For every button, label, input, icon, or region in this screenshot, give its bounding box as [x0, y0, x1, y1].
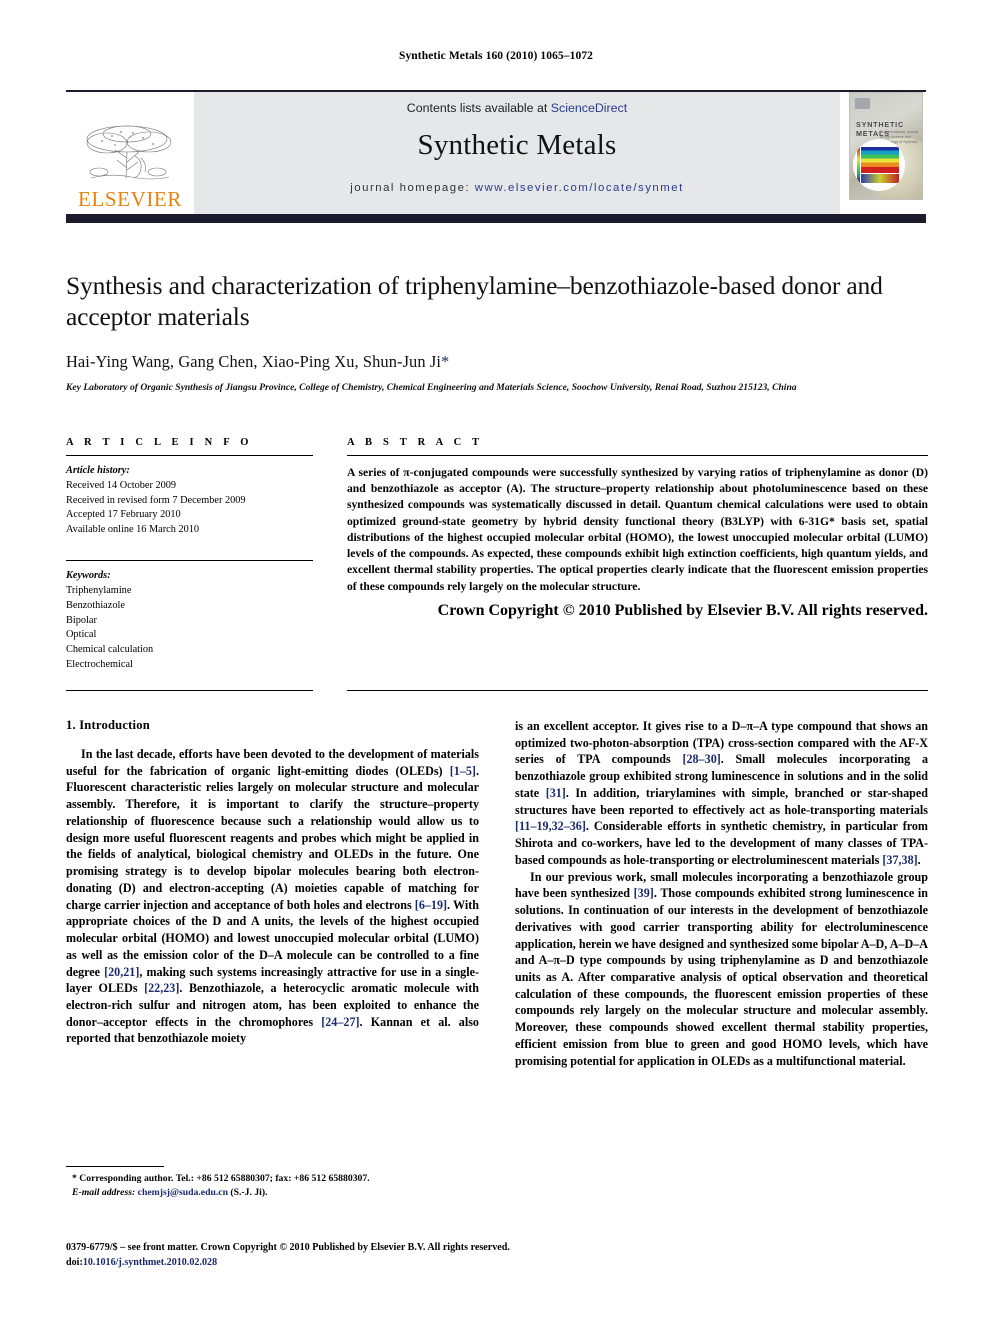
journal-homepage-line: journal homepage: www.elsevier.com/locat…: [194, 182, 840, 194]
citation-link[interactable]: [31]: [546, 786, 566, 800]
title-block: Synthesis and characterization of triphe…: [66, 270, 928, 395]
keyword-item: Chemical calculation: [66, 644, 154, 656]
abstract-copyright: Crown Copyright © 2010 Published by Else…: [437, 601, 928, 619]
front-matter-line: 0379-6779/$ – see front matter. Crown Co…: [66, 1242, 510, 1253]
keyword-item: Electrochemical: [66, 658, 133, 670]
citation-link[interactable]: [20,21]: [104, 965, 139, 979]
cover-spectrum-circle: [853, 139, 905, 191]
page-footer: 0379-6779/$ – see front matter. Crown Co…: [66, 1240, 928, 1270]
cover-spectrum-axis: [857, 147, 860, 183]
email-suffix: (S.-J. Ji).: [227, 1187, 268, 1199]
footnote-line-2: E-mail address: chemjsj@suda.edu.cn (S.-…: [66, 1186, 479, 1200]
paragraph-intro-right-1: is an excellent acceptor. It gives rise …: [515, 718, 928, 869]
homepage-link[interactable]: www.elsevier.com/locate/synmet: [475, 182, 684, 194]
keywords-block: Keywords: Triphenylamine Benzothiazole B…: [66, 552, 313, 673]
keyword-item: Optical: [66, 629, 97, 641]
doi-label: doi:: [66, 1257, 83, 1269]
citation-link[interactable]: [37,38]: [882, 853, 917, 867]
section-heading-introduction: 1. Introduction: [66, 718, 150, 732]
author-list: Hai-Ying Wang, Gang Chen, Xiao-Ping Xu, …: [66, 352, 928, 372]
body-rule-right: [347, 690, 928, 691]
contents-line: Contents lists available at ScienceDirec…: [194, 101, 840, 115]
citation-link[interactable]: [6–19]: [415, 898, 447, 912]
journal-masthead: ELSEVIER Contents lists available at Sci…: [66, 90, 926, 223]
citation-link[interactable]: [22,23]: [144, 981, 179, 995]
text-run: .: [917, 852, 921, 867]
cover-image: SYNTHETIC METALS An International Journa…: [849, 92, 923, 200]
column-gap: [313, 437, 347, 673]
cover-spectrum-plot: [861, 147, 899, 173]
text-run: In the last decade, efforts have been de…: [66, 747, 479, 778]
elsevier-wordmark: ELSEVIER: [78, 187, 182, 211]
cover-spectrum-strip: [861, 174, 899, 183]
homepage-prefix: journal homepage:: [350, 182, 475, 194]
corresponding-author-marker: *: [440, 352, 450, 372]
elsevier-tree-icon: [86, 125, 172, 180]
keyword-item: Benzothiazole: [66, 599, 125, 611]
elsevier-logo: ELSEVIER: [66, 92, 194, 214]
history-item: Accepted 17 February 2010: [66, 509, 181, 521]
text-run: . In addition, triarylamines with simple…: [515, 785, 928, 817]
corresponding-author-footnote: * Corresponding author. Tel.: +86 512 65…: [66, 1166, 479, 1200]
abstract-text: A series of π-conjugated compounds were …: [347, 466, 928, 593]
article-info-column: A R T I C L E I N F O Article history: R…: [66, 437, 313, 673]
body-column-right: is an excellent acceptor. It gives rise …: [515, 718, 928, 1069]
doi-link[interactable]: 10.1016/j.synthmet.2010.02.028: [83, 1257, 217, 1268]
doi-line: doi:10.1016/j.synthmet.2010.02.028: [66, 1255, 928, 1270]
body-columns: 1. Introduction In the last decade, effo…: [66, 718, 928, 1069]
authors-names: Hai-Ying Wang, Gang Chen, Xiao-Ping Xu, …: [66, 352, 441, 372]
citation-link[interactable]: [1–5]: [450, 764, 476, 778]
footnote-text: Corresponding author. Tel.: +86 512 6588…: [76, 1173, 370, 1184]
text-run: . Those compounds exhibited strong lumin…: [515, 886, 928, 1068]
keywords-label: Keywords:: [66, 570, 111, 582]
keyword-item: Triphenylamine: [66, 584, 132, 596]
citation-link[interactable]: [24–27]: [321, 1015, 359, 1029]
footnote-rule: [66, 1166, 164, 1167]
footnote-line-1: * Corresponding author. Tel.: +86 512 65…: [66, 1172, 479, 1186]
article-history-label: Article history:: [66, 465, 130, 476]
history-item: Received 14 October 2009: [66, 479, 177, 491]
page-title: Synthesis and characterization of triphe…: [66, 271, 883, 332]
article-info-heading: A R T I C L E I N F O: [66, 437, 253, 448]
body-rule-left: [66, 690, 313, 691]
journal-cover-thumbnail: SYNTHETIC METALS An International Journa…: [840, 92, 926, 214]
sciencedirect-link[interactable]: ScienceDirect: [551, 101, 627, 115]
body-column-left: 1. Introduction In the last decade, effo…: [66, 718, 479, 1069]
body-column-gap: [479, 718, 515, 1069]
citation-link[interactable]: [28–30]: [682, 752, 720, 766]
citation-link[interactable]: [11–19,32–36]: [515, 819, 586, 833]
paragraph-intro-left: In the last decade, efforts have been de…: [66, 746, 479, 1047]
article-page: Synthetic Metals 160 (2010) 1065–1072 EL…: [0, 0, 992, 1323]
journal-band: Contents lists available at ScienceDirec…: [194, 92, 840, 214]
journal-title: Synthetic Metals: [417, 129, 617, 161]
contents-prefix: Contents lists available at: [406, 101, 551, 115]
email-link[interactable]: chemjsj@suda.edu.cn: [138, 1187, 228, 1198]
article-history-block: Article history: Received 14 October 200…: [66, 456, 313, 538]
running-head: Synthetic Metals 160 (2010) 1065–1072: [398, 50, 594, 62]
abstract-heading: A B S T R A C T: [347, 437, 484, 448]
masthead-bottom-bar: [66, 214, 926, 223]
email-label: E-mail address:: [72, 1187, 136, 1199]
text-run: . Fluorescent characteristic relies larg…: [66, 763, 479, 912]
history-item: Available online 16 March 2010: [66, 524, 200, 536]
paragraph-intro-right-2: In our previous work, small molecules in…: [515, 869, 928, 1070]
keyword-item: Bipolar: [66, 614, 97, 626]
info-abstract-row: A R T I C L E I N F O Article history: R…: [66, 437, 928, 673]
history-item: Received in revised form 7 December 2009: [66, 494, 246, 506]
citation-link[interactable]: [39]: [634, 886, 654, 900]
abstract-column: A B S T R A C T A series of π-conjugated…: [347, 437, 928, 673]
cover-elsevier-mark-icon: [855, 98, 870, 109]
affiliation: Key Laboratory of Organic Synthesis of J…: [66, 382, 797, 394]
